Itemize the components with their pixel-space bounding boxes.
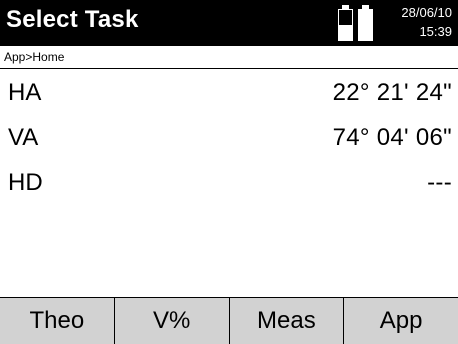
vertical-percent-softkey[interactable]: V% [115, 298, 230, 344]
app-softkey[interactable]: App [344, 298, 458, 344]
device-screen: Select Task 28/06/10 15:39 App>Home HA 2… [0, 0, 458, 344]
measurement-row-va: VA 74° 04' 06" [0, 114, 458, 159]
meas-softkey[interactable]: Meas [230, 298, 345, 344]
battery-status [338, 5, 376, 41]
measurement-list: HA 22° 21' 24" VA 74° 04' 06" HD --- [0, 69, 458, 204]
time-text: 15:39 [419, 24, 452, 39]
measurement-value: 22° 21' 24" [332, 79, 452, 106]
breadcrumb: App>Home [4, 50, 65, 64]
battery-icon [358, 5, 373, 41]
measurement-label: HA [8, 79, 42, 106]
theo-softkey[interactable]: Theo [0, 298, 115, 344]
battery-icon [338, 5, 353, 41]
measurement-row-hd: HD --- [0, 159, 458, 204]
title-bar: Select Task 28/06/10 15:39 [0, 0, 458, 46]
date-time: 28/06/10 15:39 [401, 3, 452, 41]
measurement-label: VA [8, 124, 39, 151]
date-text: 28/06/10 [401, 5, 452, 20]
measurement-value: --- [427, 169, 452, 196]
measurement-row-ha: HA 22° 21' 24" [0, 69, 458, 114]
softkey-bar: Theo V% Meas App [0, 297, 458, 344]
page-title: Select Task [6, 6, 139, 33]
measurement-label: HD [8, 169, 43, 196]
measurement-value: 74° 04' 06" [332, 124, 452, 151]
breadcrumb-bar: App>Home [0, 46, 458, 69]
